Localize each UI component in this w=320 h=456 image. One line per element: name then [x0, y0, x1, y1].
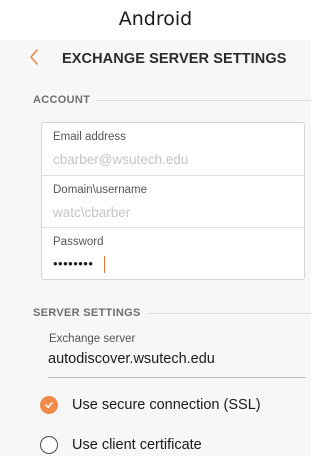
section-divider — [96, 99, 311, 101]
email-field-label: Email address — [53, 131, 126, 143]
exchange-server-input[interactable]: autodiscover.wsutech.edu — [48, 351, 215, 367]
exchange-server-underline — [48, 377, 306, 378]
page-title: EXCHANGE SERVER SETTINGS — [62, 51, 287, 67]
app-bar: EXCHANGE SERVER SETTINGS — [0, 40, 311, 80]
domain-username-label: Domain\username — [53, 184, 147, 196]
server-settings-section-label: SERVER SETTINGS — [33, 307, 141, 319]
domain-username-value[interactable]: watc\cbarber — [53, 205, 130, 220]
section-divider — [146, 312, 311, 314]
back-button[interactable] — [28, 47, 48, 71]
password-field-label: Password — [53, 236, 104, 248]
account-section-label: ACCOUNT — [33, 94, 91, 106]
device-caption: Android — [118, 8, 193, 30]
email-field[interactable]: Email address cbarber@wsutech.edu — [42, 123, 304, 175]
ssl-option-label: Use secure connection (SSL) — [72, 397, 261, 413]
server-settings-section-header: SERVER SETTINGS — [33, 307, 311, 319]
client-certificate-option[interactable]: Use client certificate — [40, 436, 202, 454]
chevron-left-icon — [30, 49, 38, 65]
password-field-value[interactable]: •••••••• — [53, 256, 93, 271]
email-field-value[interactable]: cbarber@wsutech.edu — [53, 152, 188, 167]
domain-username-field[interactable]: Domain\username watc\cbarber — [42, 175, 304, 227]
password-field[interactable]: Password •••••••• — [42, 227, 304, 279]
client-certificate-option-label: Use client certificate — [72, 437, 202, 453]
exchange-server-label: Exchange server — [49, 333, 136, 345]
checkmark-icon[interactable] — [40, 396, 58, 414]
radio-empty-icon[interactable] — [40, 436, 58, 454]
text-cursor — [104, 256, 105, 273]
account-fields-card: Email address cbarber@wsutech.edu Domain… — [41, 122, 305, 280]
ssl-option[interactable]: Use secure connection (SSL) — [40, 396, 261, 414]
settings-content: ACCOUNT Email address cbarber@wsutech.ed… — [0, 80, 311, 456]
account-section-header: ACCOUNT — [33, 94, 311, 106]
